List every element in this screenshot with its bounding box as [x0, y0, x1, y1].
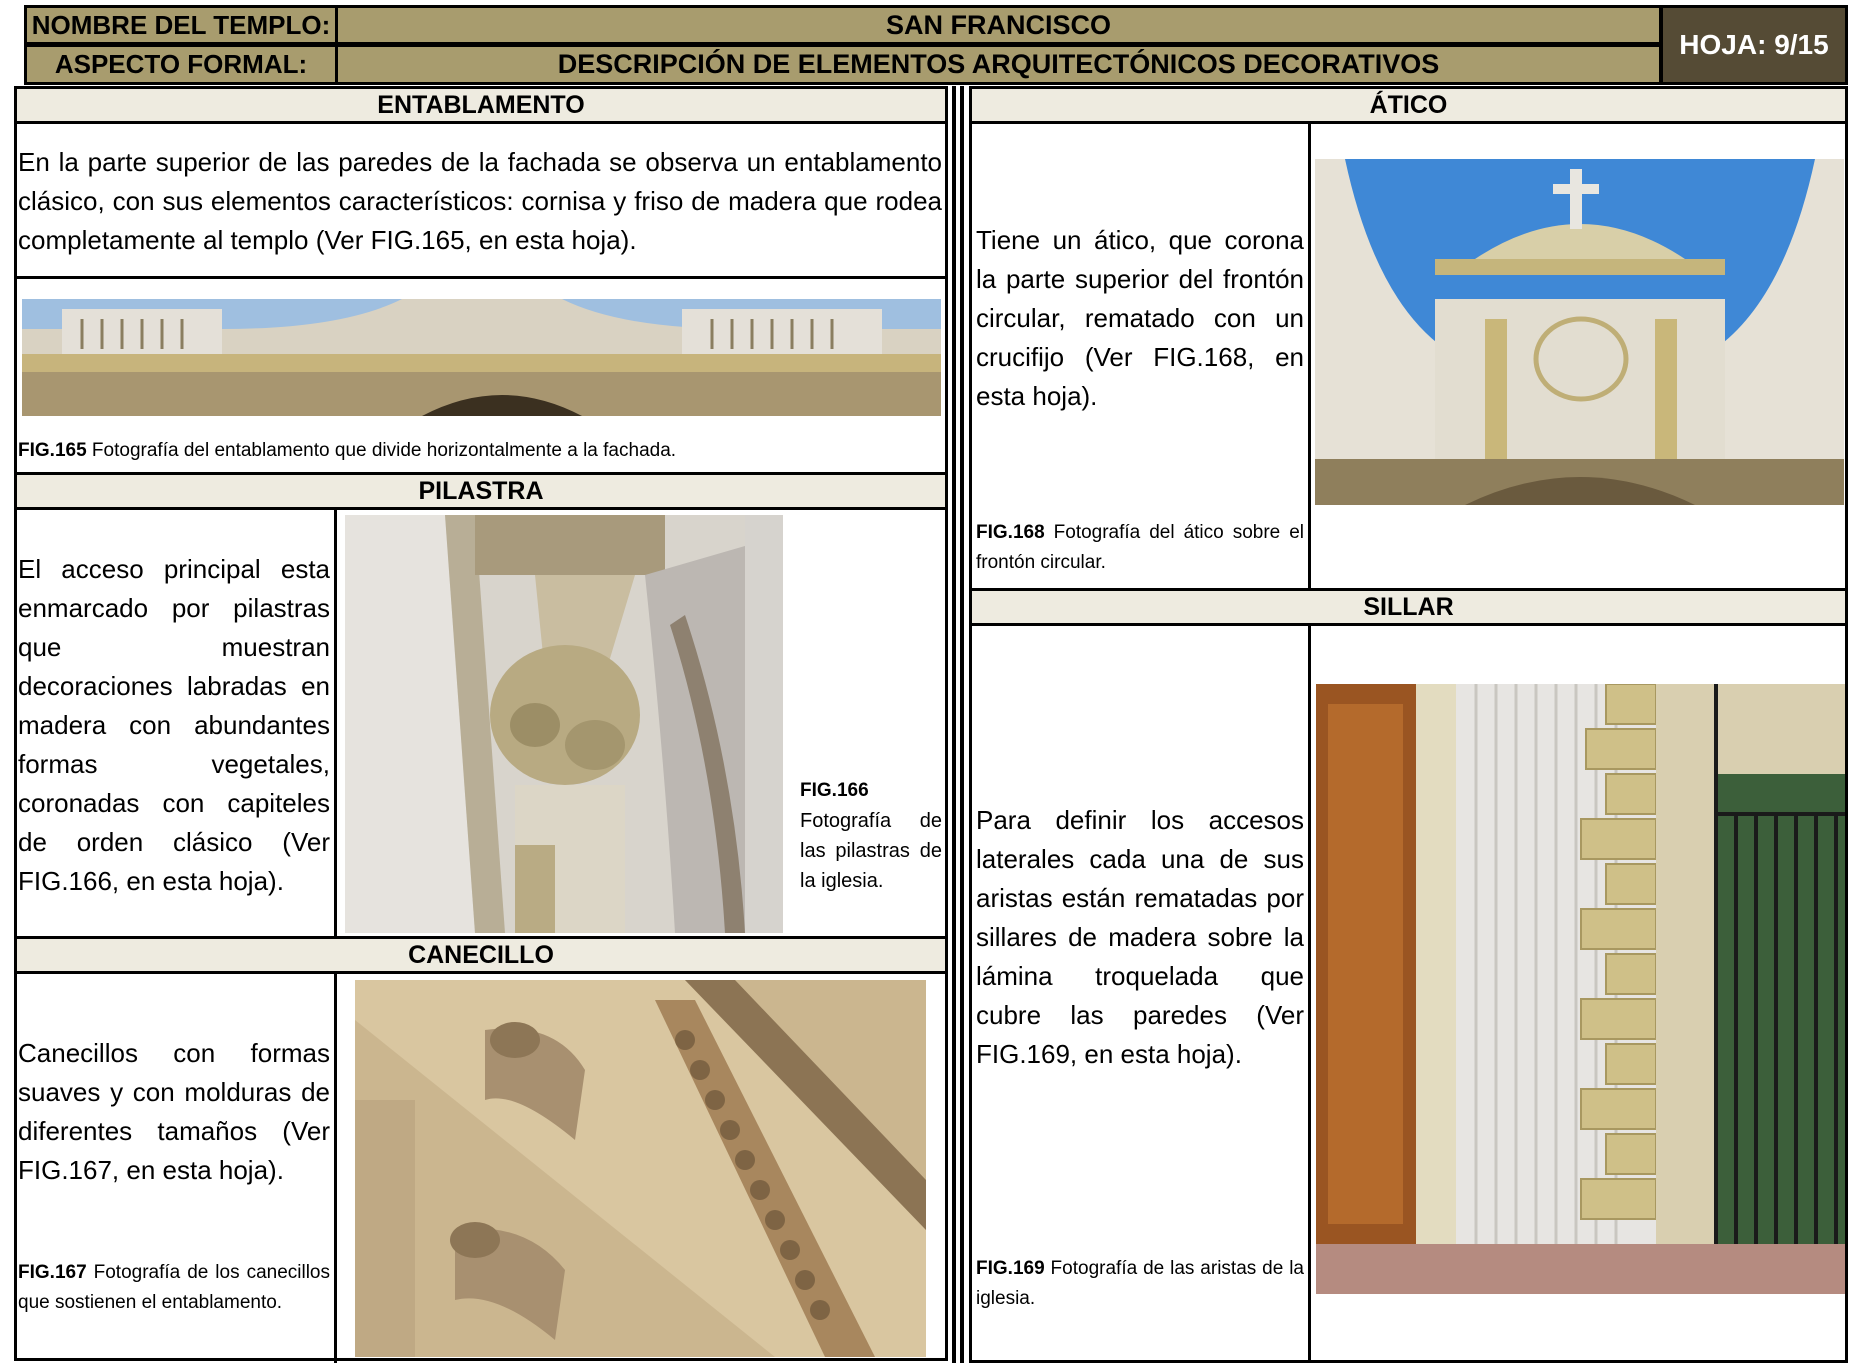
entablamento-text: En la parte superior de las paredes de l…	[18, 147, 942, 255]
column-divider-2	[960, 86, 964, 1363]
entablamento-title: ENTABLAMENTO	[14, 86, 948, 124]
divider	[334, 972, 337, 1363]
fig167-photo	[355, 980, 926, 1357]
divider	[1308, 122, 1311, 590]
temple-name-label: NOMBRE DEL TEMPLO:	[24, 5, 338, 45]
aspect-value: DESCRIPCIÓN DE ELEMENTOS ARQUITECTÓNICOS…	[335, 44, 1662, 85]
fig169-photo	[1316, 684, 1845, 1294]
atico-title: ÁTICO	[969, 86, 1848, 124]
fig168-caption: FIG.168 Fotografía del ático sobre el fr…	[976, 518, 1304, 578]
temple-name-value: SAN FRANCISCO	[335, 5, 1662, 45]
fig167-caption: FIG.167 Fotografía de los canecillos que…	[18, 1258, 330, 1318]
fig169-caption: FIG.169 Fotografía de las aristas de la …	[976, 1254, 1304, 1314]
fig165-text: Fotografía del entablamento que divide h…	[86, 440, 677, 461]
fig168-photo	[1315, 159, 1844, 505]
canecillo-text: Canecillos con formas suaves y con moldu…	[18, 1038, 330, 1185]
pilastra-title: PILASTRA	[14, 472, 948, 510]
column-divider	[952, 86, 956, 1363]
fig165-caption: FIG.165 Fotografía del entablamento que …	[18, 436, 942, 466]
pilastra-text: El acceso principal esta enmarcado por p…	[18, 554, 330, 896]
divider	[14, 276, 948, 279]
canecillo-title: CANECILLO	[14, 936, 948, 974]
sheet-number: HOJA: 9/15	[1660, 5, 1848, 85]
fig166-label: FIG.166	[800, 780, 869, 801]
atico-text: Tiene un ático, que corona la parte supe…	[976, 225, 1304, 411]
divider	[1308, 624, 1311, 1363]
fig166-text: Fotografía de las pilastras de la iglesi…	[800, 810, 942, 892]
fig166-photo	[345, 515, 783, 933]
fig165-photo	[22, 299, 941, 416]
fig169-label: FIG.169	[976, 1258, 1045, 1279]
fig167-label: FIG.167	[18, 1262, 87, 1283]
fig165-label: FIG.165	[18, 440, 87, 461]
divider	[334, 508, 337, 936]
sillar-text: Para definir los accesos laterales cada …	[976, 805, 1304, 1069]
sillar-title: SILLAR	[969, 588, 1848, 626]
aspect-label: ASPECTO FORMAL:	[24, 44, 338, 85]
fig166-caption: FIG.166 Fotografía de las pilastras de l…	[800, 776, 942, 896]
fig168-label: FIG.168	[976, 522, 1045, 543]
